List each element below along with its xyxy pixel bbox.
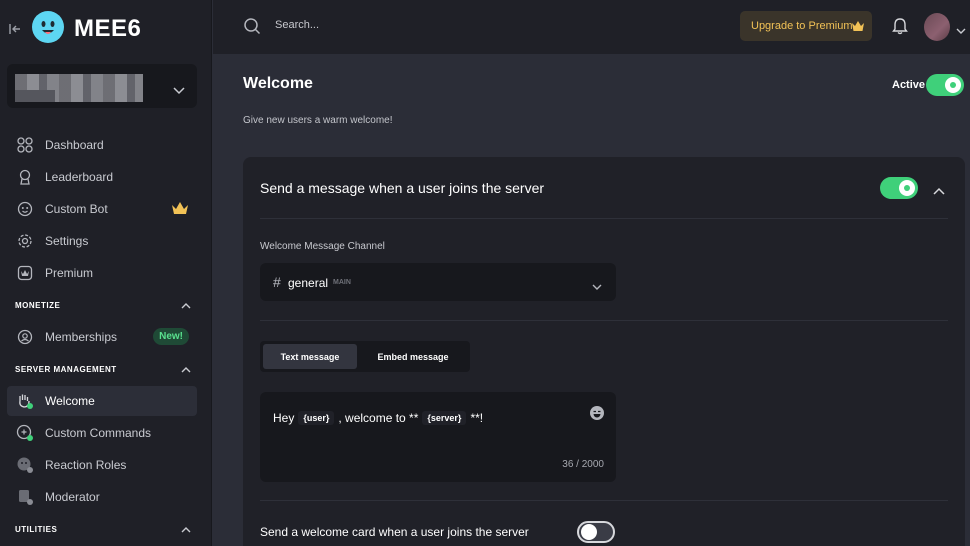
divider (260, 500, 948, 501)
sidebar-item-label: Settings (45, 234, 89, 248)
sidebar-item-label: Reaction Roles (45, 458, 127, 472)
plugin-active-toggle[interactable] (926, 74, 964, 96)
sidebar-item-settings[interactable]: Settings (7, 226, 197, 256)
channel-select[interactable]: # general MAIN (260, 263, 616, 301)
premium-icon (16, 264, 34, 282)
variable-tag-server: {server} (422, 411, 467, 425)
upgrade-to-premium-button[interactable]: Upgrade to Premium (740, 11, 872, 41)
sidebar: MEE6 Dashboard Leaderboard Custom Bot Se (0, 0, 212, 546)
server-name-blurred-2 (15, 90, 55, 102)
message-text: Hey (273, 411, 295, 425)
top-bar: Search... Upgrade to Premium (213, 0, 970, 54)
sidebar-item-memberships[interactable]: Memberships New! (7, 322, 197, 352)
sidebar-item-custom-commands[interactable]: Custom Commands (7, 418, 197, 448)
chevron-down-icon (592, 278, 602, 296)
hammer-icon (16, 488, 34, 506)
search-input[interactable]: Search... (275, 19, 319, 31)
sidebar-item-leaderboard[interactable]: Leaderboard (7, 162, 197, 192)
user-avatar[interactable] (924, 13, 950, 41)
section-header-monetize[interactable]: MONETIZE (15, 297, 191, 313)
chevron-up-icon (181, 520, 191, 538)
message-content: Hey {user} , welcome to ** {server} **! (273, 411, 483, 425)
welcome-card-label: Send a welcome card when a user joins th… (260, 525, 529, 539)
toggle-knob (945, 77, 961, 93)
message-text: , welcome to ** (338, 411, 419, 425)
sidebar-item-label: Premium (45, 266, 94, 280)
medal-icon (16, 168, 34, 186)
divider (260, 320, 948, 321)
sidebar-item-label: Leaderboard (45, 170, 114, 184)
sidebar-item-label: Dashboard (45, 138, 104, 152)
section-title: MONETIZE (15, 300, 61, 310)
chevron-down-icon[interactable] (956, 22, 966, 40)
channel-name: general (288, 276, 329, 290)
sidebar-item-dashboard[interactable]: Dashboard (7, 130, 197, 160)
sidebar-item-label: Welcome (45, 394, 95, 408)
tab-embed-message[interactable]: Embed message (363, 344, 463, 369)
chevron-up-icon[interactable] (933, 182, 945, 200)
hash-icon: # (273, 274, 281, 290)
grid-icon (16, 136, 34, 154)
brand-name: MEE6 (74, 15, 142, 42)
crown-icon (851, 19, 865, 37)
page-title: Welcome (243, 75, 313, 92)
crown-icon (171, 201, 189, 220)
channel-tag: MAIN (333, 279, 351, 286)
section-header-utilities[interactable]: UTILITIES (15, 521, 191, 537)
new-badge: New! (153, 328, 189, 345)
sidebar-item-premium[interactable]: Premium (7, 258, 197, 288)
sidebar-item-label: Custom Bot (45, 202, 108, 216)
message-type-tabs: Text message Embed message (260, 341, 470, 372)
welcome-message-card: Send a message when a user joins the ser… (243, 157, 965, 546)
section-header-server-management[interactable]: SERVER MANAGEMENT (15, 361, 191, 377)
sidebar-item-label: Memberships (45, 330, 118, 344)
reaction-icon (16, 456, 34, 474)
sidebar-item-welcome[interactable]: Welcome (7, 386, 197, 416)
variable-tag-user: {user} (298, 411, 335, 425)
card-title: Send a message when a user joins the ser… (260, 180, 545, 196)
collapse-sidebar-icon[interactable] (8, 22, 22, 36)
section-title: UTILITIES (15, 524, 58, 534)
server-selector[interactable] (7, 64, 197, 108)
active-label: Active (892, 79, 926, 91)
toggle-knob (581, 524, 597, 540)
command-icon (16, 424, 34, 442)
mee6-logo-icon (32, 11, 64, 43)
character-count: 36 / 2000 (562, 459, 604, 470)
message-textarea[interactable]: Hey {user} , welcome to ** {server} **! … (260, 392, 616, 482)
smiley-icon (16, 200, 34, 218)
search-icon[interactable] (243, 17, 261, 40)
chevron-up-icon (181, 360, 191, 378)
upgrade-label: Upgrade to Premium (751, 20, 853, 32)
section-title: SERVER MANAGEMENT (15, 364, 117, 374)
tab-text-message[interactable]: Text message (263, 344, 357, 369)
divider (260, 218, 948, 219)
sidebar-item-reaction-roles[interactable]: Reaction Roles (7, 450, 197, 480)
chevron-down-icon (173, 82, 185, 100)
gear-icon (16, 232, 34, 250)
wave-hand-icon (16, 392, 34, 410)
message-text: **! (470, 411, 484, 425)
sidebar-item-label: Custom Commands (45, 426, 152, 440)
channel-field-label: Welcome Message Channel (260, 241, 385, 252)
welcome-message-toggle[interactable] (880, 177, 918, 199)
page-subtitle: Give new users a warm welcome! (243, 115, 393, 126)
sidebar-item-moderator[interactable]: Moderator (7, 482, 197, 512)
notification-bell-icon[interactable] (892, 17, 908, 40)
sidebar-item-custom-bot[interactable]: Custom Bot (7, 194, 197, 224)
membership-icon (16, 328, 34, 346)
welcome-card-toggle[interactable] (577, 521, 615, 543)
sidebar-item-label: Moderator (45, 490, 100, 504)
chevron-up-icon (181, 296, 191, 314)
toggle-knob (899, 180, 915, 196)
emoji-picker-icon[interactable] (589, 405, 605, 426)
